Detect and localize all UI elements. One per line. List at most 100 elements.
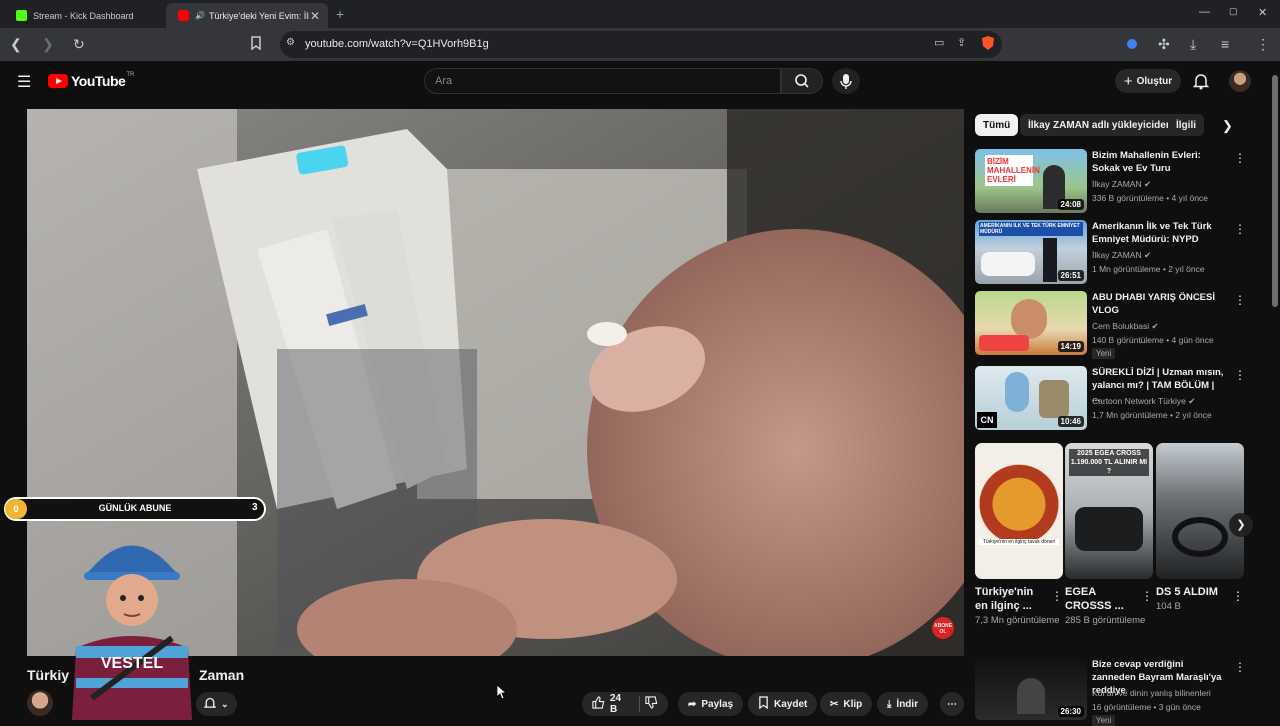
more-actions-icon[interactable]: ⋮ xyxy=(1232,589,1244,603)
like-button[interactable]: 24 B xyxy=(592,693,628,715)
youtube-logo[interactable]: YouTube TR xyxy=(48,72,134,89)
short-thumbnail[interactable]: Türkiye'nin en ilginç tavuk döneri xyxy=(975,443,1063,579)
short-item[interactable]: 2025 EGEA CROSS 1.190.000 TL ALINIR MI ?… xyxy=(1065,443,1153,628)
recommendation-item[interactable]: 26:30 Bize cevap verdiğini zanneden Bayr… xyxy=(975,658,1246,726)
video-thumbnail[interactable]: 26:30 xyxy=(975,658,1087,720)
clip-button[interactable]: ✂ Klip xyxy=(820,692,873,716)
svg-text:VESTEL: VESTEL xyxy=(101,655,163,672)
channel-name[interactable]: Cem Bolukbasi ✔ xyxy=(1092,321,1159,332)
shorts-next-button[interactable]: ❯ xyxy=(1229,513,1253,537)
video-title[interactable]: ABU DHABI YARIŞ ÖNCESİ VLOG xyxy=(1092,291,1224,317)
verified-icon: ✔ xyxy=(1143,179,1152,189)
channel-name[interactable]: İlkay ZAMAN ✔ xyxy=(1092,179,1151,190)
account-avatar[interactable] xyxy=(1229,70,1251,92)
brave-shield-icon[interactable] xyxy=(981,35,995,54)
video-thumbnail[interactable]: CN 10:46 xyxy=(975,366,1087,430)
search-button[interactable] xyxy=(781,68,823,94)
tab-youtube-video[interactable]: 🔊 Türkiye'deki Yeni Evim: İlka ✕ xyxy=(166,3,328,28)
chip-from-uploader[interactable]: İlkay ZAMAN adlı yükleyiciden xyxy=(1020,114,1180,136)
short-item[interactable]: Türkiye'nin en ilginç tavuk döneri Türki… xyxy=(975,443,1063,628)
channel-avatar[interactable] xyxy=(27,690,53,716)
dislike-button[interactable] xyxy=(645,696,658,712)
more-actions-icon[interactable]: ⋮ xyxy=(1234,293,1246,307)
chip-related[interactable]: İlgili xyxy=(1168,114,1204,136)
short-views: 285 B görüntüleme xyxy=(1065,615,1146,626)
abone-ol-badge[interactable]: ABONE OL xyxy=(932,617,954,639)
page-scrollbar-thumb[interactable] xyxy=(1272,75,1278,307)
close-window-button[interactable]: ✕ xyxy=(1258,6,1267,19)
more-actions-icon[interactable]: ⋮ xyxy=(1234,368,1246,382)
minimize-button[interactable]: — xyxy=(1199,6,1210,18)
short-title[interactable]: EGEA CROSSS ... xyxy=(1065,585,1135,613)
download-button[interactable]: ⤓ İndir xyxy=(877,692,929,716)
share-arrow-icon: ➦ xyxy=(688,698,697,710)
short-thumbnail[interactable]: 2025 EGEA CROSS 1.190.000 TL ALINIR MI ? xyxy=(1065,443,1153,579)
channel-name[interactable]: İlkay ZAMAN ✔ xyxy=(1092,250,1151,261)
chip-all[interactable]: Tümü xyxy=(975,114,1019,136)
voice-search-button[interactable] xyxy=(832,68,860,94)
more-actions-button[interactable]: ⋯ xyxy=(940,692,964,716)
tab-label: Stream - Kick Dashboard xyxy=(33,10,134,21)
extensions-puzzle-icon[interactable]: ✣ xyxy=(1158,36,1170,53)
tab-kick-dashboard[interactable]: Stream - Kick Dashboard xyxy=(4,3,164,28)
progress-start-counter: 0 xyxy=(5,499,27,519)
video-title-left: Türkiy xyxy=(27,667,70,683)
short-views: 7,3 Mn görüntüleme xyxy=(975,615,1060,626)
media-queue-icon[interactable]: ≡ xyxy=(1221,36,1229,52)
recommendation-item[interactable]: CN 10:46 SÜREKLİ DİZİ | Uzman mısın, yal… xyxy=(975,366,1246,432)
share-page-icon[interactable]: ⇪ xyxy=(957,36,966,49)
youtube-favicon-icon xyxy=(178,10,189,21)
short-title[interactable]: Türkiye'nin en ilginç ... xyxy=(975,585,1045,613)
recommendation-item[interactable]: 14:19 ABU DHABI YARIŞ ÖNCESİ VLOG Cem Bo… xyxy=(975,291,1246,359)
video-title[interactable]: Amerikanın İlk ve Tek Türk Emniyet Müdür… xyxy=(1092,220,1224,246)
extension-blue-icon[interactable] xyxy=(1126,37,1138,53)
more-actions-icon[interactable]: ⋮ xyxy=(1234,222,1246,236)
more-actions-icon[interactable]: ⋮ xyxy=(1051,589,1063,603)
mouse-cursor-icon xyxy=(497,685,507,700)
short-thumbnail[interactable] xyxy=(1156,443,1244,579)
forward-icon[interactable]: ❯ xyxy=(42,36,54,53)
notifications-bell-icon[interactable] xyxy=(1192,72,1210,95)
short-title[interactable]: DS 5 ALDIM xyxy=(1156,585,1226,599)
reload-icon[interactable]: ↻ xyxy=(73,36,85,53)
thumbnail-police-car xyxy=(981,252,1035,276)
thumbnail-person xyxy=(1017,678,1045,714)
browser-menu-icon[interactable]: ⋮ xyxy=(1256,36,1270,53)
thumbnail-car xyxy=(1075,507,1143,551)
video-thumbnail[interactable]: AMERİKANIN İLK VE TEK TÜRK EMNİYET MÜDÜR… xyxy=(975,220,1087,284)
hamburger-menu-icon[interactable]: ☰ xyxy=(17,72,31,92)
video-meta: 140 B görüntüleme • 4 gün önce xyxy=(1092,335,1214,345)
thumbnail-character xyxy=(1039,380,1069,418)
share-button[interactable]: ➦ Paylaş xyxy=(678,692,744,716)
more-actions-icon[interactable]: ⋮ xyxy=(1141,589,1153,603)
restore-button[interactable]: ▢ xyxy=(1229,6,1238,17)
video-title-right: Zaman xyxy=(199,667,245,683)
site-info-icon[interactable]: ⚙ xyxy=(286,37,295,48)
more-actions-icon[interactable]: ⋮ xyxy=(1234,151,1246,165)
subscription-bell-button[interactable]: ⌄ xyxy=(196,692,237,716)
create-button[interactable]: + Oluştur xyxy=(1115,69,1181,93)
save-button[interactable]: Kaydet xyxy=(748,692,818,716)
channel-name[interactable]: Kur'an ve dinin yanlış bilinenleri xyxy=(1092,688,1211,698)
downloads-icon[interactable]: ⤓ xyxy=(1190,36,1196,53)
back-icon[interactable]: ❮ xyxy=(10,36,22,53)
more-actions-icon[interactable]: ⋮ xyxy=(1234,660,1246,674)
scissors-icon: ✂ xyxy=(830,698,839,710)
channel-name[interactable]: Cartoon Network Türkiye ✔ xyxy=(1092,396,1195,407)
more-horizontal-icon: ⋯ xyxy=(947,698,957,710)
chips-next-icon[interactable]: ❯ xyxy=(1222,118,1233,134)
plus-icon: + xyxy=(1123,72,1133,90)
close-tab-icon[interactable]: ✕ xyxy=(310,9,320,23)
bookmark-icon[interactable] xyxy=(250,36,262,53)
cast-icon[interactable]: ▭ xyxy=(934,36,944,49)
youtube-play-logo-icon xyxy=(48,74,68,88)
new-tab-button[interactable]: + xyxy=(336,6,344,22)
video-title[interactable]: Bizim Mahallenin Evleri: Sokak ve Ev Tur… xyxy=(1092,149,1224,175)
video-thumbnail[interactable]: 14:19 xyxy=(975,291,1087,355)
search-input[interactable]: Ara xyxy=(424,68,781,94)
recommendation-item[interactable]: AMERİKANIN İLK VE TEK TÜRK EMNİYET MÜDÜR… xyxy=(975,220,1246,286)
recommendation-item[interactable]: BİZİM MAHALLENİN EVLERİ 24:08 Bizim Maha… xyxy=(975,149,1246,215)
video-thumbnail[interactable]: BİZİM MAHALLENİN EVLERİ 24:08 xyxy=(975,149,1087,213)
new-badge: Yeni xyxy=(1092,348,1116,359)
browser-toolbar: ❮ ❯ ↻ ⚙ ▭ ⇪ ✣ ⤓ ≡ ⋮ xyxy=(0,28,1280,61)
